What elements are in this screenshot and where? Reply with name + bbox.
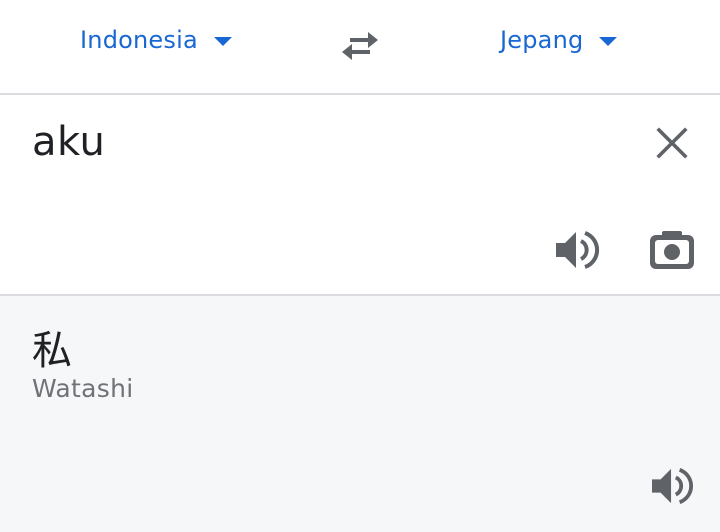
source-text[interactable]: aku xyxy=(32,119,105,165)
caret-down-icon xyxy=(213,37,232,46)
target-language-label: Jepang xyxy=(500,26,584,54)
translated-text: 私 xyxy=(32,328,72,374)
source-language-label: Indonesia xyxy=(80,26,198,54)
speaker-icon xyxy=(652,468,693,504)
translate-app: Indonesia Jepang aku 私 Watashi xyxy=(0,0,720,532)
listen-translation-button[interactable] xyxy=(650,466,694,506)
close-icon xyxy=(656,127,688,159)
caret-down-icon xyxy=(599,37,618,46)
target-language-selector[interactable]: Jepang xyxy=(500,22,618,58)
speaker-icon xyxy=(556,231,600,269)
source-language-selector[interactable]: Indonesia xyxy=(80,22,232,58)
clear-input-button[interactable] xyxy=(650,121,694,165)
translation-output-panel[interactable]: 私 Watashi xyxy=(0,296,720,532)
romanization-text: Watashi xyxy=(32,374,134,403)
camera-icon xyxy=(650,231,694,269)
language-bar: Indonesia Jepang xyxy=(0,0,720,95)
source-input-panel[interactable]: aku xyxy=(0,95,720,296)
swap-arrows-icon xyxy=(342,32,378,60)
listen-source-button[interactable] xyxy=(554,229,600,271)
swap-languages-button[interactable] xyxy=(338,28,382,64)
camera-button[interactable] xyxy=(648,229,696,271)
